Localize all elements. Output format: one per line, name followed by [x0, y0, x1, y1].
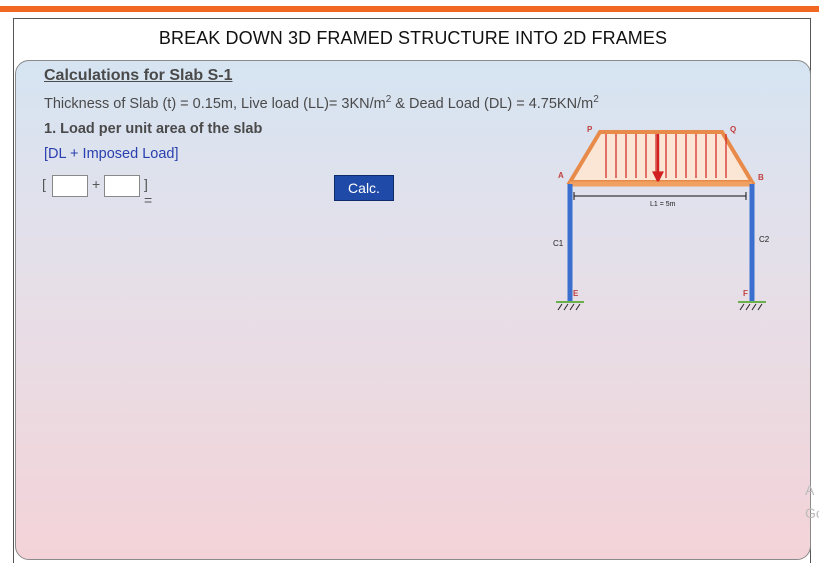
node-F-label: F	[743, 289, 748, 298]
edge-text-1: A	[805, 482, 815, 498]
section-heading: Calculations for Slab S-1	[44, 67, 233, 84]
node-Q-label: Q	[730, 125, 736, 134]
orange-top-bar	[0, 6, 819, 12]
page-title: BREAK DOWN 3D FRAMED STRUCTURE INTO 2D F…	[158, 28, 668, 48]
span-label: L1 = 5m	[650, 201, 676, 208]
slab-parameters-text: Thickness of Slab (t) = 0.15m, Live load…	[44, 94, 599, 112]
calc-button[interactable]: Calc.	[334, 175, 394, 201]
node-B-label: B	[758, 173, 764, 182]
imposed-load-input[interactable]	[104, 175, 140, 197]
column-C1-label: C1	[553, 239, 564, 248]
frame-diagram: L1 = 5m A B P Q E F C1 C2	[553, 125, 770, 311]
edge-text-2: Go	[805, 505, 819, 521]
column-C2-label: C2	[759, 235, 770, 244]
load-per-area-heading: 1. Load per unit area of the slab	[44, 121, 263, 137]
node-A-label: A	[558, 171, 564, 180]
node-P-label: P	[587, 125, 593, 134]
open-bracket: [	[42, 176, 46, 192]
close-bracket-equals: ] =	[144, 176, 153, 208]
dead-load-input[interactable]	[52, 175, 88, 197]
plus-sign: +	[92, 176, 101, 192]
load-formula: [DL + Imposed Load]	[44, 146, 179, 162]
node-E-label: E	[573, 289, 579, 298]
